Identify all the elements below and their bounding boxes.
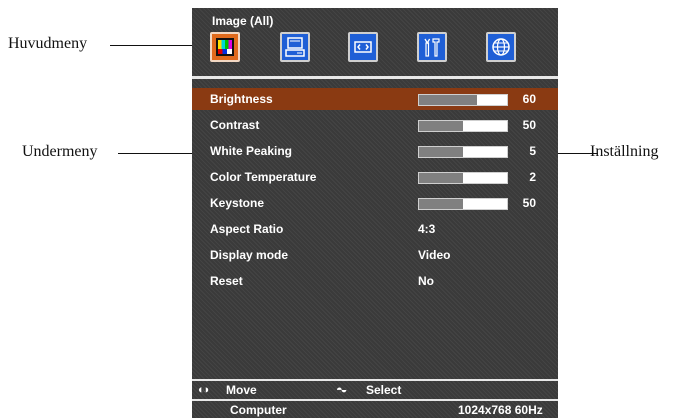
color-temperature-slider[interactable] bbox=[418, 172, 508, 184]
main-menu-callout: Huvudmeny bbox=[8, 35, 88, 52]
globe-icon bbox=[492, 38, 510, 56]
menu-separator bbox=[192, 76, 558, 79]
slider-fill bbox=[419, 173, 463, 183]
left-right-arrows-icon: ◐◑ bbox=[198, 384, 209, 396]
footer-separator-2 bbox=[192, 399, 558, 401]
keystone-slider[interactable] bbox=[418, 198, 508, 210]
setting-callout: Inställning bbox=[590, 143, 659, 160]
row-value: 50 bbox=[522, 196, 536, 210]
slider-fill bbox=[419, 95, 478, 105]
tab-image[interactable] bbox=[210, 32, 240, 62]
contrast-slider[interactable] bbox=[418, 120, 508, 132]
input-resolution: 1024x768 60Hz bbox=[458, 403, 543, 417]
footer-select-label: Select bbox=[366, 383, 402, 397]
tab-screen[interactable] bbox=[348, 32, 378, 62]
setting-leader bbox=[552, 153, 598, 154]
menu-row-color-temperature[interactable]: Color Temperature 2 bbox=[192, 166, 558, 188]
row-label: Contrast bbox=[210, 118, 260, 132]
white-peaking-slider[interactable] bbox=[418, 146, 508, 158]
row-label: White Peaking bbox=[210, 144, 293, 158]
row-value: 2 bbox=[529, 170, 536, 184]
row-label: Color Temperature bbox=[210, 170, 317, 184]
row-value: 4:3 bbox=[418, 222, 436, 236]
main-menu-leader bbox=[110, 45, 194, 46]
tab-language[interactable] bbox=[486, 32, 516, 62]
row-label: Aspect Ratio bbox=[210, 222, 284, 236]
screen-resize-icon bbox=[354, 41, 372, 53]
menu-row-reset[interactable]: Reset No bbox=[192, 270, 558, 292]
tools-icon bbox=[424, 38, 440, 57]
submenu-leader bbox=[118, 153, 196, 154]
menu-row-display-mode[interactable]: Display mode Video bbox=[192, 244, 558, 266]
color-bars-icon bbox=[216, 38, 234, 56]
footer-move-label: Move bbox=[226, 383, 257, 397]
row-label: Keystone bbox=[210, 196, 265, 210]
row-value: 60 bbox=[522, 92, 536, 106]
row-value: 50 bbox=[522, 118, 536, 132]
row-value: Video bbox=[418, 248, 451, 262]
row-value: 5 bbox=[529, 144, 536, 158]
row-value: No bbox=[418, 274, 434, 288]
tab-computer[interactable] bbox=[280, 32, 310, 62]
row-label: Reset bbox=[210, 274, 243, 288]
menu-row-white-peaking[interactable]: White Peaking 5 bbox=[192, 140, 558, 162]
menu-row-contrast[interactable]: Contrast 50 bbox=[192, 114, 558, 136]
up-down-arrows-icon: ◓◒ bbox=[336, 384, 347, 396]
menu-row-brightness[interactable]: Brightness 60 bbox=[192, 88, 558, 110]
slider-fill bbox=[419, 199, 463, 209]
slider-fill bbox=[419, 147, 463, 157]
osd-menu-panel: Image (All) Brightness 60 Contrast 50 Wh… bbox=[192, 8, 558, 418]
row-label: Brightness bbox=[210, 92, 273, 106]
computer-icon bbox=[285, 37, 305, 57]
brightness-slider[interactable] bbox=[418, 94, 508, 106]
menu-row-aspect-ratio[interactable]: Aspect Ratio 4:3 bbox=[192, 218, 558, 240]
menu-title: Image (All) bbox=[212, 14, 274, 28]
slider-fill bbox=[419, 121, 463, 131]
submenu-callout: Undermeny bbox=[22, 143, 98, 160]
menu-row-keystone[interactable]: Keystone 50 bbox=[192, 192, 558, 214]
row-label: Display mode bbox=[210, 248, 289, 262]
footer-separator bbox=[192, 379, 558, 381]
tab-settings[interactable] bbox=[417, 32, 447, 62]
input-source: Computer bbox=[230, 403, 287, 417]
